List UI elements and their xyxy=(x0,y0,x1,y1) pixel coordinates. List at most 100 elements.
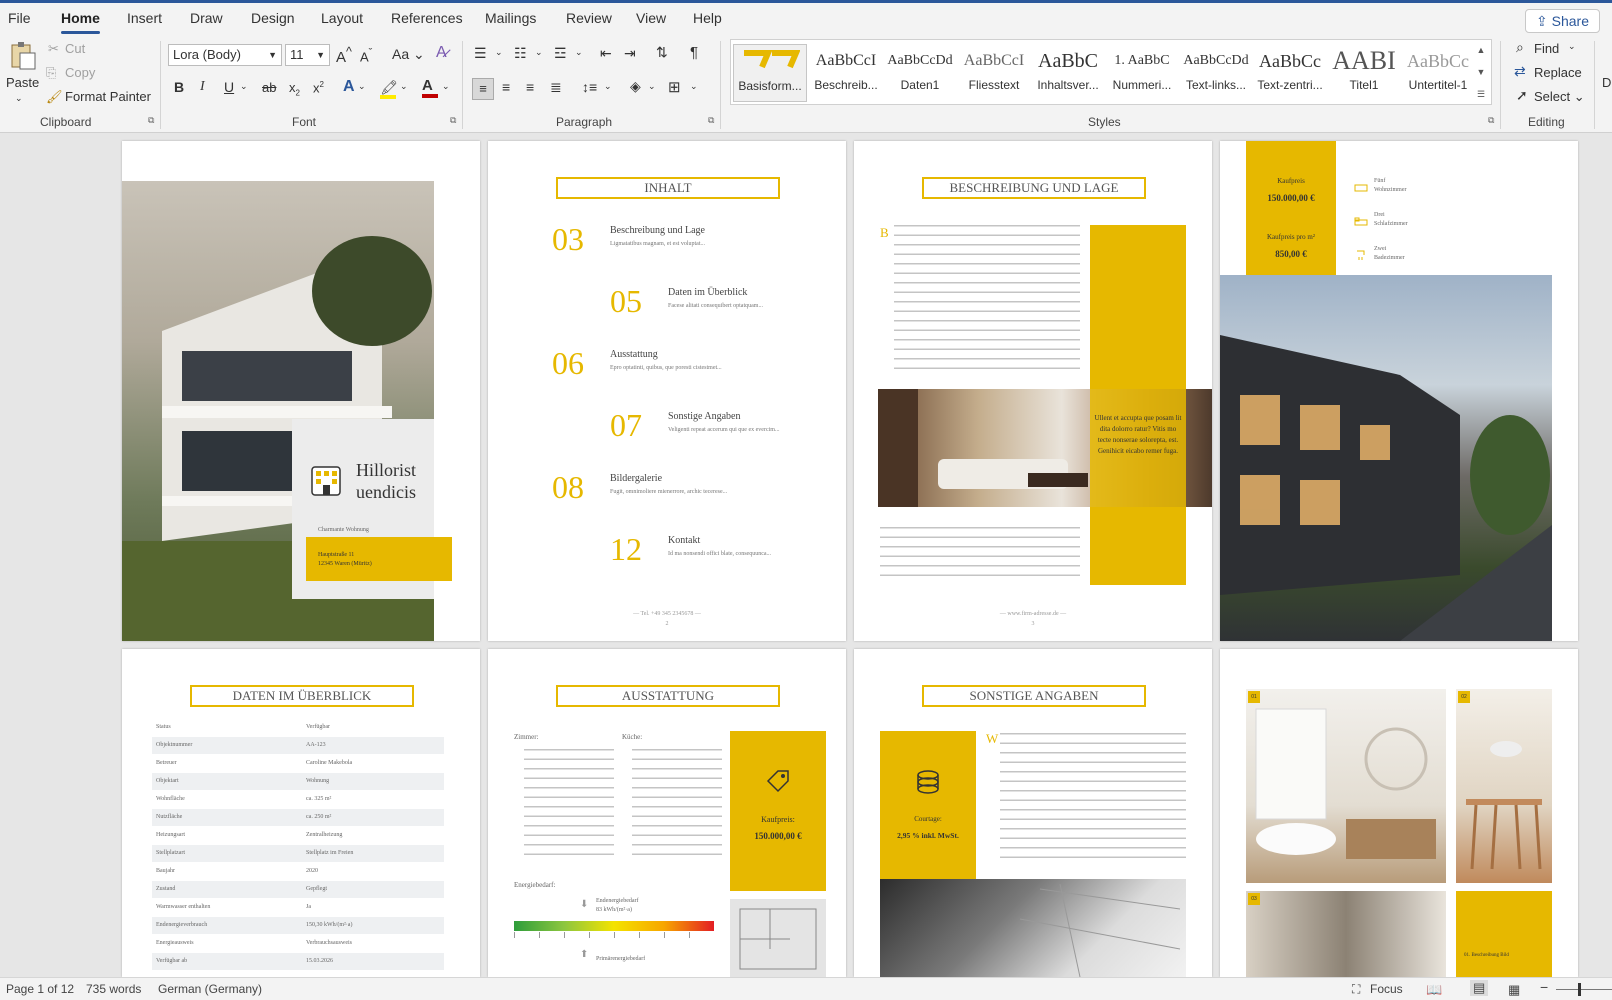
style-nummerierung[interactable]: 1. AaBbC Nummeri... xyxy=(1105,44,1179,102)
font-launcher-icon[interactable]: ⧉ xyxy=(450,115,456,126)
strikethrough-button[interactable]: ab xyxy=(262,80,276,95)
page-cover[interactable]: Hillorist uendicis Charmante Wohnung Hau… xyxy=(122,141,480,641)
line-spacing-icon[interactable]: ↕≡ xyxy=(582,79,597,95)
style-inhaltsverzeichnis[interactable]: AaBbC Inhaltsver... xyxy=(1031,44,1105,102)
text-effects-icon[interactable]: A xyxy=(343,78,355,96)
style-untertitel-1[interactable]: AaBbCc Untertitel-1 xyxy=(1401,44,1475,102)
style-titel1[interactable]: AABI Titel1 xyxy=(1327,44,1401,102)
bold-button[interactable]: B xyxy=(174,79,184,95)
clear-formatting-icon[interactable]: A̷ xyxy=(436,44,447,62)
chevron-down-icon[interactable]: ⌄ xyxy=(358,81,366,92)
tab-draw[interactable]: Draw xyxy=(190,10,223,26)
change-case-button[interactable]: Aa ⌄ xyxy=(392,46,425,63)
format-painter-button[interactable]: Format Painter xyxy=(65,89,151,104)
paragraph-launcher-icon[interactable]: ⧉ xyxy=(708,115,714,126)
chevron-down-icon[interactable]: ⌄ xyxy=(535,47,543,58)
font-size-combo[interactable]: 11 ▼ xyxy=(285,44,330,66)
page-data-overview[interactable]: DATEN IM ÜBERBLICK Status Verfügbar Objek… xyxy=(122,649,480,977)
justify-icon[interactable]: ≣ xyxy=(550,79,562,96)
style-fliesstext[interactable]: AaBbCcI Fliesstext xyxy=(957,44,1031,102)
tab-design[interactable]: Design xyxy=(251,10,295,26)
tab-file[interactable]: File xyxy=(8,10,31,26)
select-button[interactable]: Select ⌄ xyxy=(1534,89,1585,105)
chevron-down-icon[interactable]: ⌄ xyxy=(442,81,450,92)
chevron-down-icon[interactable]: ⌄ xyxy=(575,47,583,58)
styles-more-icon[interactable]: ☰ xyxy=(1473,84,1489,104)
chevron-down-icon[interactable]: ⌄ xyxy=(690,81,698,92)
paste-chevron-icon[interactable]: ⌄ xyxy=(15,93,23,104)
page-other-info[interactable]: SONSTIGE ANGABEN Courtage: 2,95 % inkl. … xyxy=(854,649,1212,977)
italic-button[interactable]: I xyxy=(200,79,205,95)
borders-icon[interactable]: ⊞ xyxy=(668,78,681,96)
gallery-tag: 01 xyxy=(1248,691,1260,703)
chevron-down-icon[interactable]: ⌄ xyxy=(400,81,408,92)
cut-button[interactable]: Cut xyxy=(65,41,85,56)
styles-scroll-up-icon[interactable]: ▲ xyxy=(1473,40,1489,60)
chevron-down-icon[interactable]: ⌄ xyxy=(604,81,612,92)
bullets-icon[interactable]: ☰ xyxy=(474,45,487,62)
chevron-down-icon[interactable]: ⌄ xyxy=(648,81,656,92)
sofa-icon xyxy=(1354,181,1368,196)
word-count[interactable]: 735 words xyxy=(86,982,141,996)
tab-mailings[interactable]: Mailings xyxy=(485,10,536,26)
tab-insert[interactable]: Insert xyxy=(127,10,162,26)
tab-home[interactable]: Home xyxy=(61,10,100,34)
font-color-icon[interactable]: A xyxy=(422,77,440,99)
read-mode-icon[interactable]: 📖 xyxy=(1426,982,1442,998)
shading-icon[interactable]: ◈ xyxy=(630,78,641,95)
decrease-indent-icon[interactable]: ⇤ xyxy=(600,45,612,62)
page-equipment[interactable]: AUSSTATTUNG Zimmer: Küche: Kaufpreis: 15… xyxy=(488,649,846,977)
numbering-icon[interactable]: ☷ xyxy=(514,45,527,62)
chevron-down-icon[interactable]: ⌄ xyxy=(1568,41,1576,52)
paste-button[interactable]: Paste xyxy=(6,75,39,90)
replace-button[interactable]: Replace xyxy=(1534,65,1582,80)
focus-button[interactable]: Focus xyxy=(1370,982,1403,996)
tab-layout[interactable]: Layout xyxy=(321,10,363,26)
web-layout-icon[interactable]: ▦ xyxy=(1508,982,1520,998)
grow-font-button[interactable]: A^ xyxy=(336,45,352,66)
zoom-slider-thumb[interactable] xyxy=(1578,983,1581,996)
multilevel-list-icon[interactable]: ☲ xyxy=(554,45,567,62)
clipboard-launcher-icon[interactable]: ⧉ xyxy=(148,115,154,126)
style-basisformat[interactable]: Basisform... xyxy=(733,44,807,102)
align-right-icon[interactable]: ≡ xyxy=(526,79,534,95)
highlight-color-icon[interactable]: 🖍 xyxy=(380,79,398,99)
page-toc[interactable]: INHALT 03 Beschreibung und Lage Ligmatat… xyxy=(488,141,846,641)
increase-indent-icon[interactable]: ⇥ xyxy=(624,45,636,62)
chevron-down-icon[interactable]: ⌄ xyxy=(495,47,503,58)
paste-icon[interactable] xyxy=(8,41,38,71)
language-indicator[interactable]: German (Germany) xyxy=(158,982,262,996)
align-left-icon[interactable]: ≡ xyxy=(472,78,494,100)
align-center-icon[interactable]: ≡ xyxy=(502,79,510,95)
page-description[interactable]: BESCHREIBUNG UND LAGE B Ullent et accupt… xyxy=(854,141,1212,641)
find-button[interactable]: Find xyxy=(1534,41,1559,56)
subscript-button[interactable]: x2 xyxy=(289,80,300,98)
styles-scroll-down-icon[interactable]: ▼ xyxy=(1473,62,1489,82)
tab-view[interactable]: View xyxy=(636,10,666,26)
page-price[interactable]: Kaufpreis 150.000,00 € Kaufpreis pro m² … xyxy=(1220,141,1578,641)
style-text-links[interactable]: AaBbCcDd Text-links... xyxy=(1179,44,1253,102)
styles-launcher-icon[interactable]: ⧉ xyxy=(1488,115,1494,126)
tab-references[interactable]: References xyxy=(391,10,463,26)
show-formatting-button[interactable]: ¶ xyxy=(690,44,698,61)
style-beschreibung[interactable]: AaBbCcI Beschreib... xyxy=(809,44,883,102)
select-cursor-icon: ➚ xyxy=(1516,87,1528,103)
zoom-out-button[interactable]: − xyxy=(1540,979,1548,995)
style-text-zentriert[interactable]: AaBbCc Text-zentri... xyxy=(1253,44,1327,102)
shrink-font-button[interactable]: Aˇ xyxy=(360,47,372,64)
underline-button[interactable]: U xyxy=(224,79,234,95)
tab-review[interactable]: Review xyxy=(566,10,612,26)
tab-help[interactable]: Help xyxy=(693,10,722,26)
zoom-slider[interactable] xyxy=(1556,989,1612,990)
font-name-combo[interactable]: Lora (Body) ▼ xyxy=(168,44,282,66)
share-button[interactable]: ⇪ Share xyxy=(1525,9,1600,33)
page-count[interactable]: Page 1 of 12 xyxy=(6,982,74,996)
page-gallery[interactable]: 01 02 03 01. Beschreibung Bild xyxy=(1220,649,1578,977)
sort-icon[interactable]: ⇅ xyxy=(656,44,668,61)
superscript-button[interactable]: x2 xyxy=(313,80,324,95)
print-layout-icon[interactable]: ▤ xyxy=(1470,980,1489,996)
dictate-button[interactable]: D xyxy=(1602,75,1611,90)
copy-button[interactable]: Copy xyxy=(65,65,95,80)
style-daten1[interactable]: AaBbCcDd Daten1 xyxy=(883,44,957,102)
chevron-down-icon[interactable]: ⌄ xyxy=(240,81,248,92)
